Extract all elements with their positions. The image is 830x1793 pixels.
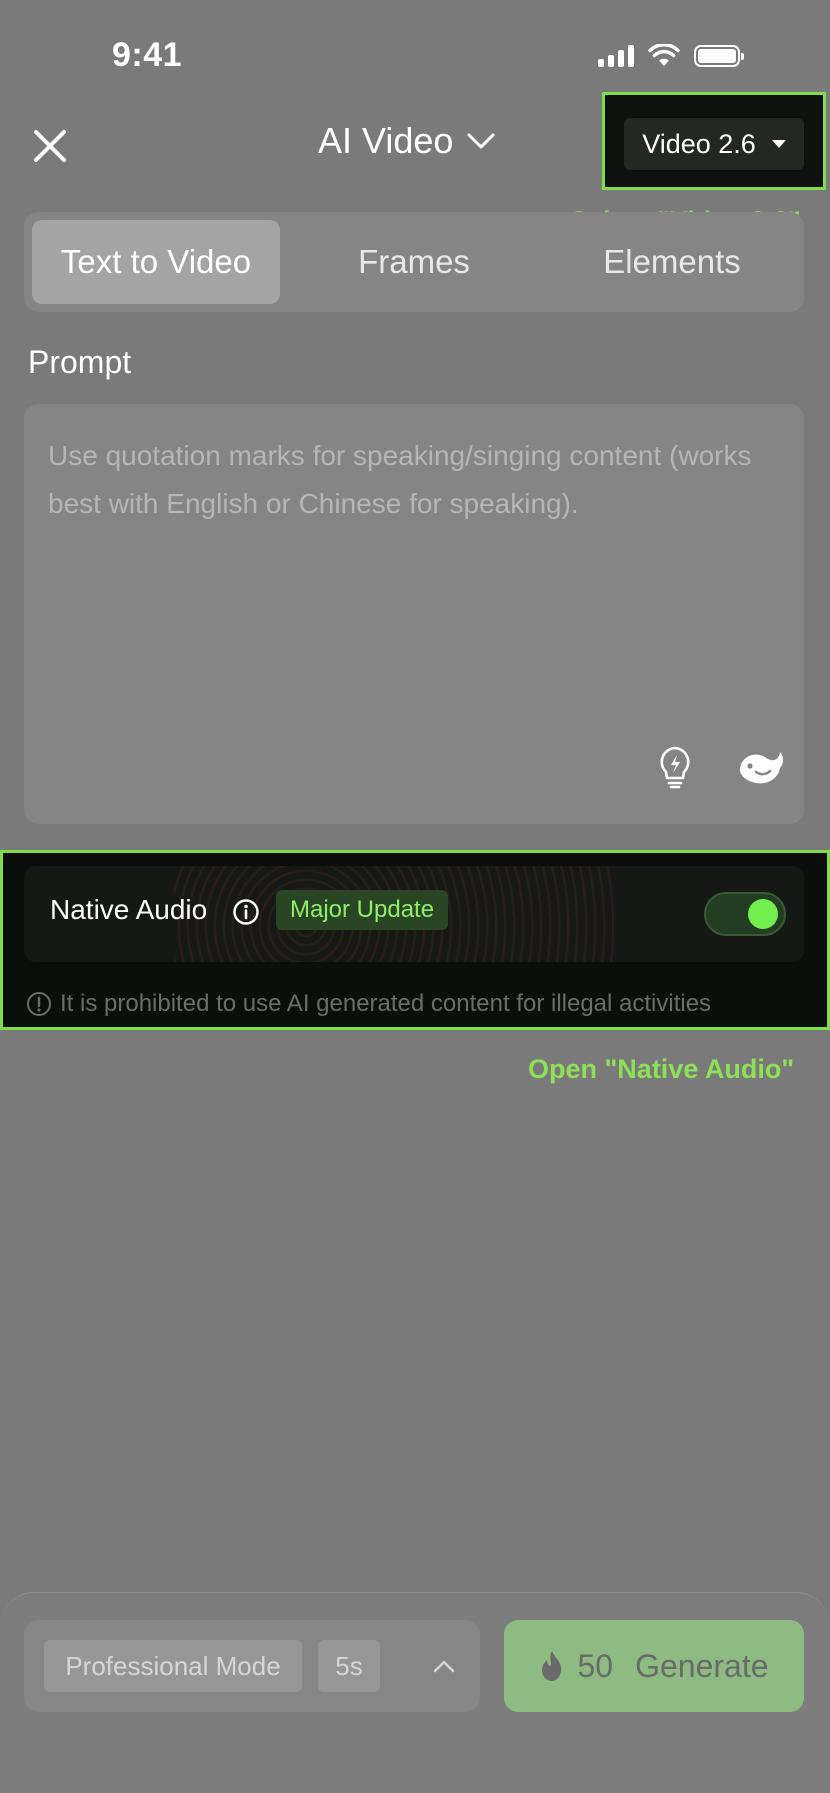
prompt-placeholder: Use quotation marks for speaking/singing… — [48, 440, 752, 519]
tab-text-to-video[interactable]: Text to Video — [32, 220, 280, 304]
generate-label: Generate — [635, 1647, 769, 1684]
status-icons — [598, 44, 744, 68]
warning-notice: It is prohibited to use AI generated con… — [26, 990, 711, 1018]
native-audio-label: Native Audio — [50, 894, 208, 925]
version-label: Video 2.6 — [642, 128, 756, 159]
chevron-down-icon — [467, 133, 495, 149]
duration-chip[interactable]: 5s — [318, 1640, 380, 1692]
page-title: AI Video — [318, 120, 454, 161]
toggle-knob — [748, 899, 778, 929]
native-audio-card: Native Audio Major Update — [24, 866, 804, 962]
hint-open-audio: Open "Native Audio" — [528, 1054, 795, 1084]
tab-frames[interactable]: Frames — [310, 220, 518, 304]
exclamation-circle-icon — [27, 992, 51, 1016]
lightbulb-icon[interactable] — [652, 744, 698, 790]
prompt-input[interactable]: Use quotation marks for speaking/singing… — [24, 404, 804, 824]
generate-button[interactable]: 50 Generate — [504, 1620, 804, 1712]
title-dropdown[interactable]: AI Video — [318, 120, 495, 162]
mode-chip[interactable]: Professional Mode — [44, 1640, 302, 1692]
chevron-up-icon[interactable] — [432, 1654, 456, 1678]
warning-text: It is prohibited to use AI generated con… — [60, 990, 712, 1017]
status-time: 9:41 — [112, 36, 183, 74]
battery-icon — [694, 45, 744, 67]
tab-elements[interactable]: Elements — [560, 220, 784, 304]
info-icon[interactable] — [232, 898, 260, 926]
version-select-button[interactable]: Video 2.6 — [624, 118, 804, 170]
credit-cost: 50 — [577, 1647, 614, 1684]
major-update-badge: Major Update — [276, 890, 449, 930]
wifi-icon — [648, 44, 680, 66]
mode-tabs: Text to Video Frames Elements — [24, 212, 804, 312]
deepseek-whale-icon[interactable] — [736, 744, 786, 790]
native-audio-toggle[interactable] — [704, 892, 786, 936]
close-icon[interactable] — [28, 124, 72, 168]
prompt-label: Prompt — [28, 344, 132, 380]
signal-icon — [598, 45, 634, 67]
generation-settings[interactable]: Professional Mode 5s — [24, 1620, 480, 1712]
caret-down-icon — [771, 140, 786, 148]
flame-icon — [542, 1651, 562, 1681]
